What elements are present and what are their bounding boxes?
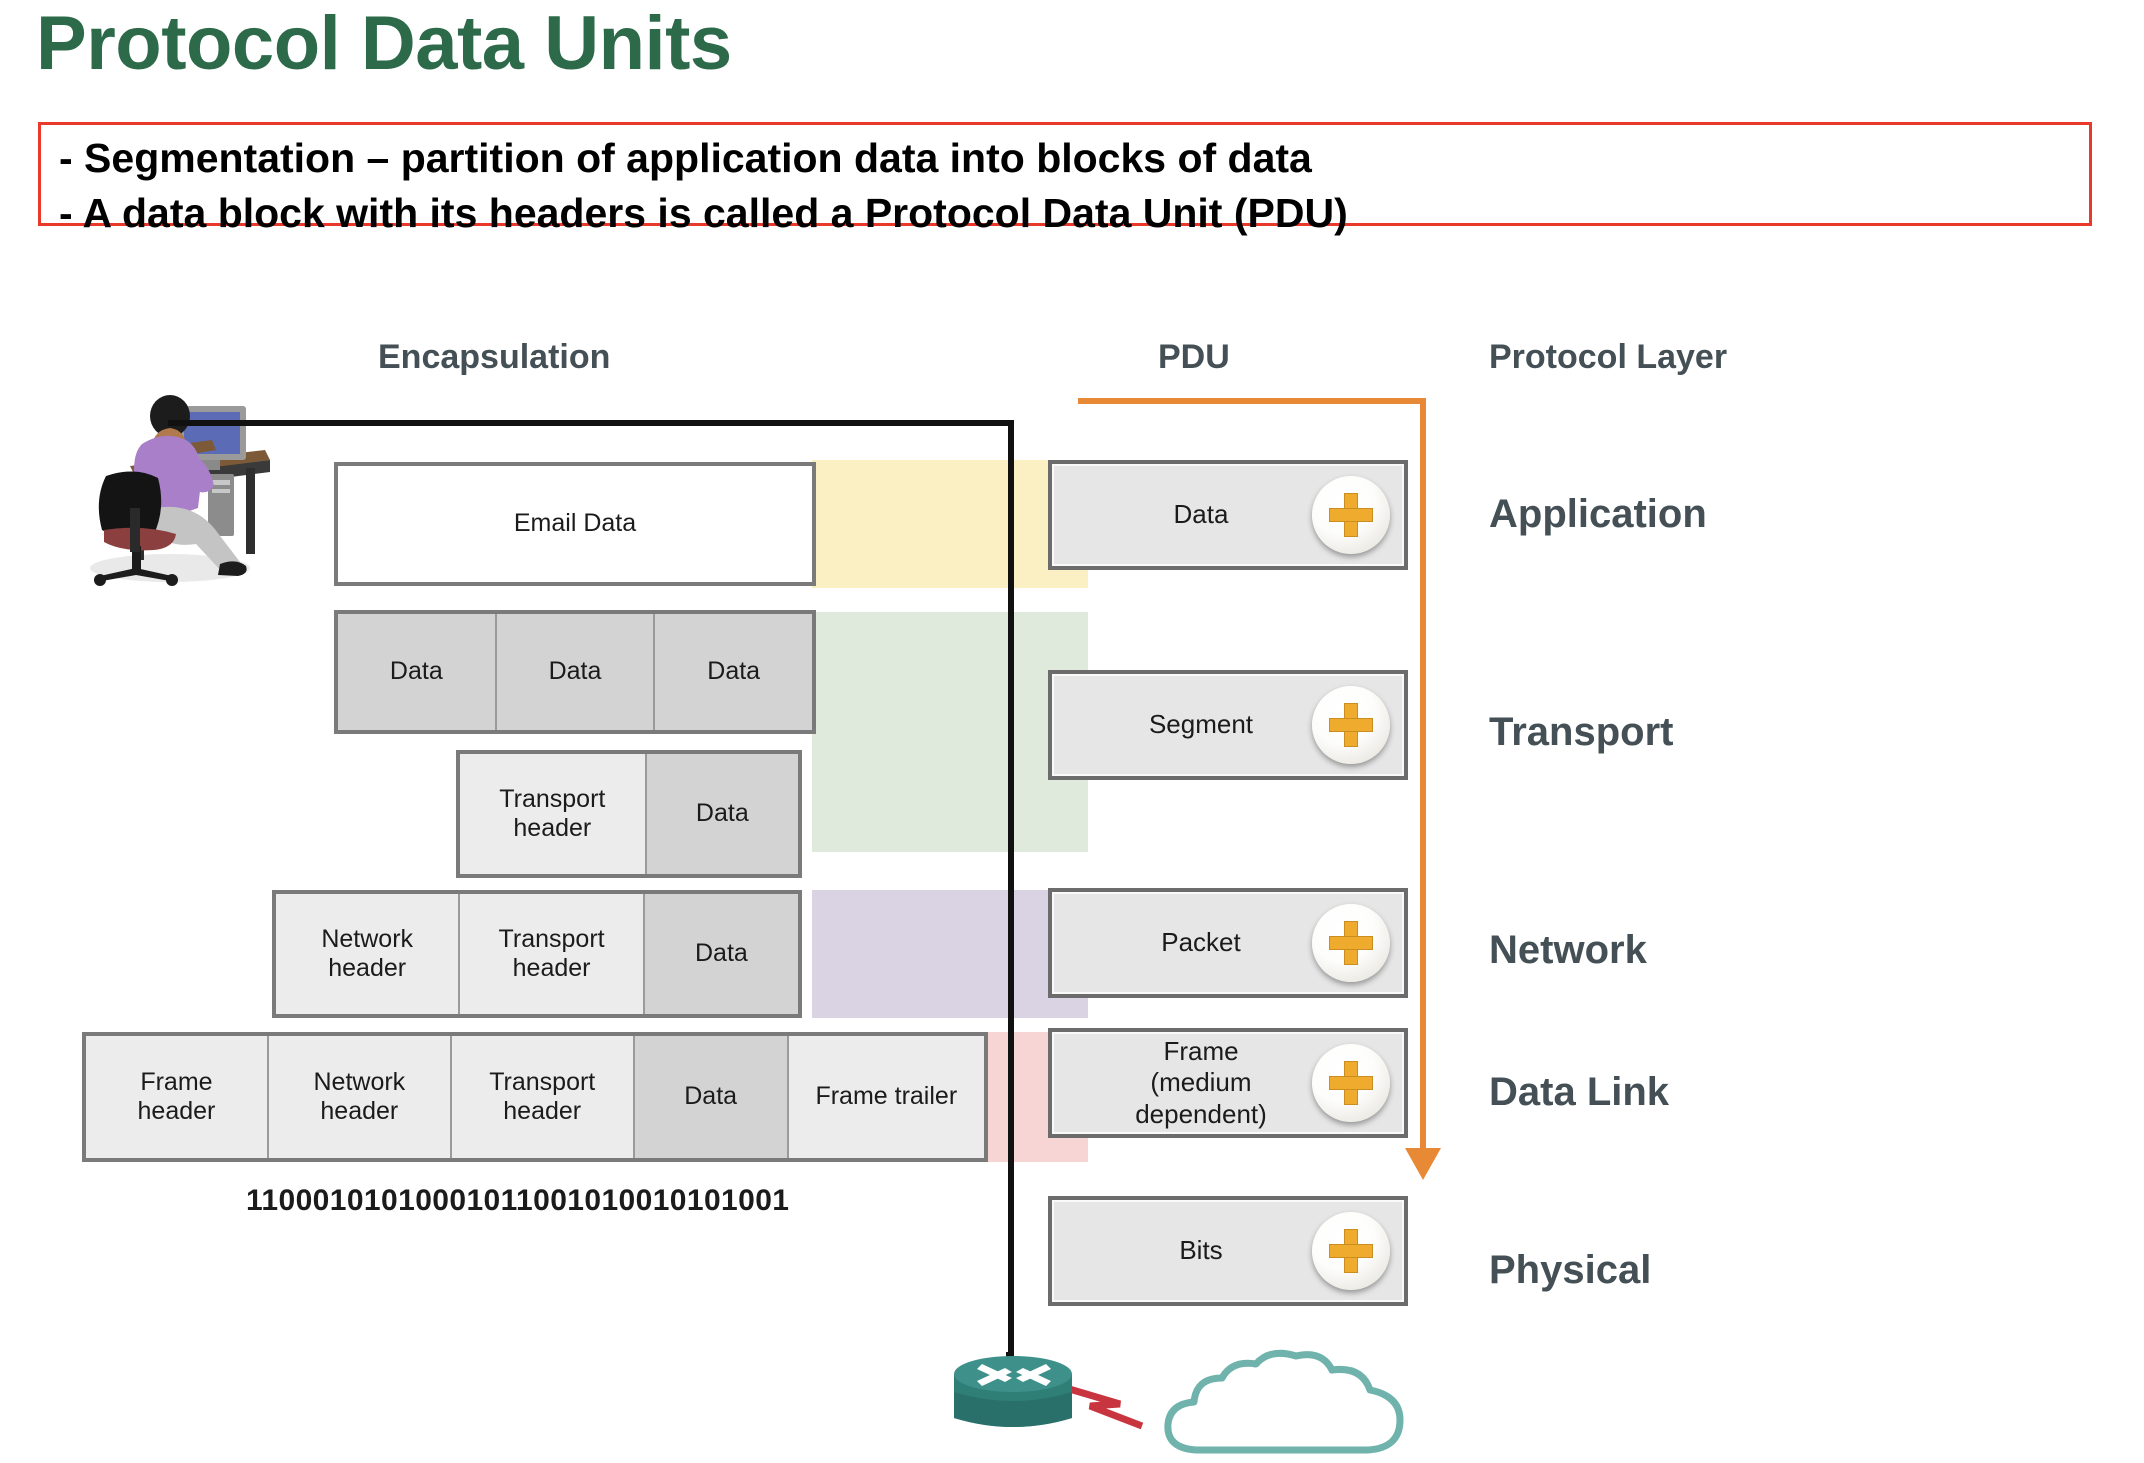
encapsulation-row-email-data: Email Data [334, 462, 816, 586]
encap-cell: Transport header [451, 1036, 635, 1158]
callout-line-1: - Segmentation – partition of applicatio… [59, 135, 1312, 181]
plus-icon[interactable] [1312, 476, 1390, 554]
plus-icon[interactable] [1312, 1212, 1390, 1290]
column-header-encapsulation: Encapsulation [378, 338, 611, 376]
plus-icon[interactable] [1312, 1044, 1390, 1122]
encap-cell: Data [634, 1036, 789, 1158]
pdu-box-segment[interactable]: Segment [1048, 670, 1408, 780]
pdu-box-label: Packet [1161, 927, 1241, 958]
plus-icon[interactable] [1312, 686, 1390, 764]
page-title: Protocol Data Units [36, 1, 732, 86]
encap-cell: Frame header [86, 1036, 269, 1158]
router-icon [950, 1352, 1076, 1442]
encap-cell: Data [338, 614, 497, 730]
pdu-flow-arrow-horizontal [1078, 398, 1426, 404]
pdu-box-label: Segment [1148, 709, 1254, 740]
encap-cell: Frame trailer [788, 1036, 984, 1158]
lightning-link-icon [1064, 1382, 1174, 1432]
pdu-box-label: Frame (medium dependent) [1135, 1036, 1267, 1129]
encap-cell: Network header [276, 894, 461, 1014]
encapsulation-row-transport-segment: Transport header Data [456, 750, 802, 878]
protocol-layer-transport: Transport [1489, 710, 1674, 754]
pdu-box-bits[interactable]: Bits [1048, 1196, 1408, 1306]
column-header-pdu: PDU [1158, 338, 1230, 376]
encap-cell: Data [646, 754, 798, 874]
encap-cell: Transport header [460, 894, 645, 1014]
encap-cell: Data [644, 894, 798, 1014]
encapsulation-row-segments: Data Data Data [334, 610, 816, 734]
pdu-flow-arrowhead-icon [1405, 1148, 1441, 1180]
cloud-icon [1160, 1348, 1410, 1458]
highlight-band-transport [812, 612, 1088, 852]
encap-cell: Email Data [338, 466, 812, 582]
highlight-band-network [812, 890, 1088, 1018]
encap-cell: Transport header [460, 754, 647, 874]
encap-cell: Data [496, 614, 656, 730]
protocol-layer-physical: Physical [1489, 1248, 1652, 1292]
pdu-box-label: Data [1173, 499, 1229, 530]
pdu-box-data[interactable]: Data [1048, 460, 1408, 570]
host-connection-line-horizontal [168, 420, 1014, 426]
pdu-box-packet[interactable]: Packet [1048, 888, 1408, 998]
plus-icon[interactable] [1312, 904, 1390, 982]
encapsulation-row-network-packet: Network header Transport header Data [272, 890, 802, 1018]
highlight-band-application [812, 460, 1088, 588]
encapsulation-row-frame: Frame header Network header Transport header D… [82, 1032, 988, 1162]
protocol-layer-network: Network [1489, 928, 1647, 972]
encap-cell: Network header [268, 1036, 452, 1158]
workstation-icon [70, 388, 270, 588]
host-connection-line-vertical [1008, 420, 1014, 1359]
callout-box: - Segmentation – partition of applicatio… [38, 122, 2092, 236]
protocol-layer-application: Application [1489, 492, 1707, 536]
binary-bit-stream: 11000101010001011001010010101001 [246, 1184, 790, 1217]
pdu-box-label: Bits [1179, 1235, 1223, 1266]
pdu-flow-arrow-vertical [1420, 398, 1426, 1155]
pdu-box-frame[interactable]: Frame (medium dependent) [1048, 1028, 1408, 1138]
callout-line-2: - A data block with its headers is calle… [59, 189, 1348, 236]
protocol-layer-data-link: Data Link [1489, 1070, 1670, 1114]
encap-cell: Data [655, 614, 813, 730]
column-header-protocol-layer: Protocol Layer [1489, 338, 1728, 376]
